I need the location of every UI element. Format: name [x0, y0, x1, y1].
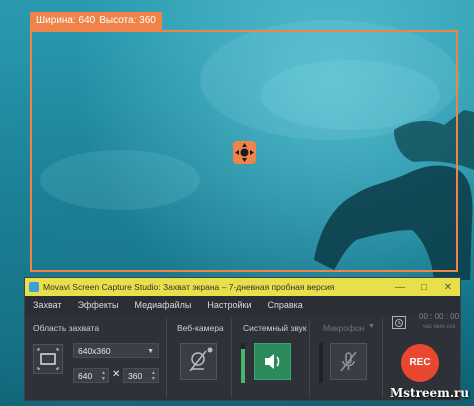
watermark: Mstreem.ru	[390, 386, 470, 400]
chevron-down-icon[interactable]: ▼	[368, 323, 375, 330]
webcam-toggle-button[interactable]	[180, 343, 217, 380]
select-area-icon	[37, 348, 59, 370]
rec-button[interactable]: REC	[401, 344, 439, 382]
capture-preset-select[interactable]: 640x360 ▼	[73, 343, 159, 358]
capture-preset-value: 640x360	[78, 346, 111, 356]
capture-height-input[interactable]: 360 ▲ ▼	[123, 368, 159, 383]
height-spinner-icon[interactable]: ▲ ▼	[151, 370, 156, 382]
capture-height-value: 360	[128, 371, 143, 381]
panel-divider	[382, 318, 383, 398]
panel-divider	[166, 318, 167, 398]
capture-height-label: Высота: 360	[99, 15, 156, 26]
dimension-times-sign: ✕	[112, 369, 121, 380]
capture-width-input[interactable]: 640 ▲ ▼	[73, 368, 109, 383]
capture-width-label: Ширина: 640	[36, 15, 96, 26]
close-button[interactable]: ✕	[436, 282, 460, 293]
minimize-button[interactable]: —	[388, 282, 412, 293]
menu-settings[interactable]: Настройки	[199, 300, 259, 310]
capture-area-label: Область захвата	[33, 323, 100, 333]
chevron-down-icon: ▼	[147, 348, 154, 355]
menu-bar: Захват Эффекты Медиафайлы Настройки Спра…	[25, 296, 460, 314]
webcam-label: Веб-камера	[177, 323, 224, 333]
capture-width-value: 640	[78, 371, 93, 381]
menu-help[interactable]: Справка	[259, 300, 310, 310]
maximize-button[interactable]: □	[412, 282, 436, 293]
microphone-off-icon	[340, 351, 357, 372]
system-sound-level-fill	[241, 349, 245, 383]
microphone-level-meter	[319, 343, 323, 383]
microphone-label: Микрофон	[323, 323, 365, 333]
app-logo-icon	[29, 282, 39, 292]
movavi-window: Movavi Screen Capture Studio: Захват экр…	[24, 277, 461, 401]
system-sound-toggle-button[interactable]	[254, 343, 291, 380]
microphone-toggle-button[interactable]	[330, 343, 367, 380]
panel-divider	[231, 318, 232, 398]
width-spinner-icon[interactable]: ▲ ▼	[101, 370, 106, 382]
panel-divider	[309, 318, 310, 398]
webcam-off-icon	[189, 347, 213, 372]
menu-effects[interactable]: Эффекты	[70, 300, 127, 310]
move-handle-icon[interactable]	[233, 141, 256, 164]
system-sound-label: Системный звук	[243, 323, 307, 333]
window-title: Movavi Screen Capture Studio: Захват экр…	[43, 282, 335, 292]
menu-media[interactable]: Медиафайлы	[126, 300, 199, 310]
capture-size-badge: Ширина: 640 Высота: 360	[30, 12, 162, 30]
speaker-icon	[265, 354, 280, 369]
window-titlebar[interactable]: Movavi Screen Capture Studio: Захват экр…	[25, 278, 460, 296]
select-area-button[interactable]	[33, 344, 63, 374]
menu-capture[interactable]: Захват	[25, 300, 70, 310]
system-sound-level-meter	[241, 343, 245, 383]
